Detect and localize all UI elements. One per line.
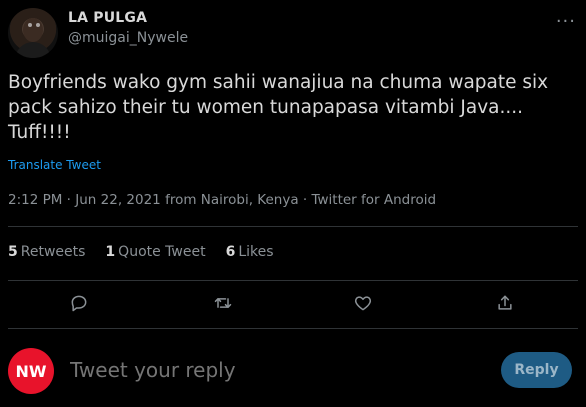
- retweets-label: Retweets: [20, 244, 86, 260]
- tweet-header: LA PULGA @muigai_Nywele ···: [8, 8, 578, 58]
- retweets-stat[interactable]: 5 Retweets: [8, 244, 85, 260]
- reply-submit-button[interactable]: Reply: [501, 352, 572, 388]
- likes-stat[interactable]: 6 Likes: [226, 244, 274, 260]
- like-icon: [354, 296, 372, 311]
- translate-tweet-link[interactable]: Translate Tweet: [8, 158, 101, 172]
- tweet-meta: 2:12 PM · Jun 22, 2021 from Nairobi, Ken…: [8, 192, 437, 208]
- divider: [8, 226, 578, 227]
- author-avatar[interactable]: [8, 8, 58, 58]
- avatar-eye-left: [28, 23, 32, 27]
- reply-icon: [71, 295, 87, 312]
- tweet-stats: 5 Retweets 1 Quote Tweet 6 Likes: [8, 244, 274, 260]
- tweet-actions: [8, 288, 578, 318]
- quote-tweet-stat[interactable]: 1 Quote Tweet: [105, 244, 205, 260]
- share-button[interactable]: [492, 290, 518, 316]
- likes-count: 6: [225, 244, 236, 260]
- avatar-body: [15, 42, 51, 58]
- retweet-icon: [214, 298, 232, 308]
- quote-count: 1: [105, 244, 116, 260]
- reply-composer: NW Reply: [0, 336, 586, 406]
- divider: [8, 280, 578, 281]
- more-horizontal-icon[interactable]: ···: [556, 13, 576, 31]
- likes-label: Likes: [238, 244, 274, 260]
- avatar-face: [23, 18, 43, 42]
- author-handle[interactable]: @muigai_Nywele: [68, 30, 188, 46]
- retweets-count: 5: [8, 244, 18, 260]
- reply-button[interactable]: [66, 290, 92, 316]
- quote-label: Quote Tweet: [118, 244, 206, 260]
- author-name[interactable]: LA PULGA: [68, 10, 147, 26]
- tweet-text: Boyfriends wako gym sahii wanajiua na ch…: [8, 72, 549, 143]
- reply-input[interactable]: [70, 358, 390, 382]
- retweet-button[interactable]: [210, 290, 236, 316]
- user-avatar[interactable]: NW: [8, 348, 54, 394]
- share-icon: [498, 295, 512, 310]
- divider: [8, 328, 578, 329]
- avatar-eye-right: [36, 23, 40, 27]
- like-button[interactable]: [350, 290, 376, 316]
